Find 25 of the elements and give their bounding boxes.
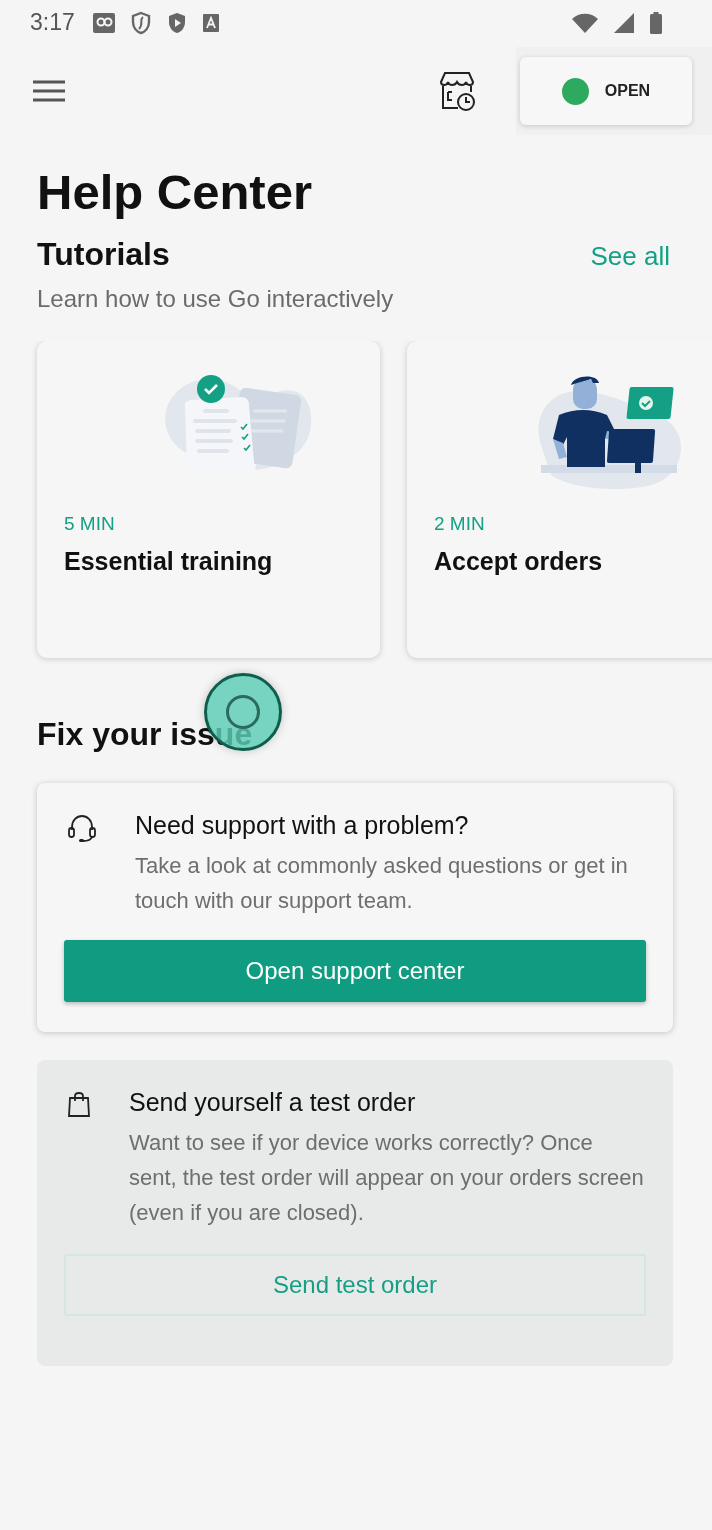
- play-shield-icon: [166, 10, 187, 35]
- card-description: Want to see if yor device works correctly? Once sent, the test order will appear on your orders screen (even if you are closed).: [129, 1128, 645, 1227]
- store-status-button[interactable]: OPEN: [520, 57, 692, 125]
- tutorial-title: Accept orders: [434, 546, 604, 576]
- shopping-bag-icon: [67, 1089, 91, 1118]
- wifi-icon: [572, 12, 598, 33]
- signal-icon: [614, 12, 634, 33]
- page-title: Help Center: [37, 164, 313, 221]
- tutorial-title: Essential training: [64, 546, 274, 576]
- section-subtitle: Learn how to use Go interactively: [37, 284, 395, 313]
- section-heading: Tutorials: [37, 235, 170, 273]
- headset-icon: [67, 812, 97, 843]
- app-notification-icon: [92, 12, 115, 33]
- card-title: Send yourself a test order: [129, 1087, 417, 1117]
- status-time: 3:17: [30, 9, 75, 36]
- duration-label: 2 MIN: [434, 512, 486, 535]
- tutorial-card[interactable]: 5 MIN Essential training: [37, 340, 380, 658]
- card-description: Take a look at commonly asked questions or get in touch with our support team.: [135, 851, 629, 915]
- duration-label: 5 MIN: [64, 512, 116, 535]
- menu-icon[interactable]: [32, 79, 66, 103]
- shield-icon: [130, 10, 151, 35]
- tutorial-card[interactable]: 2 MIN Accept orders: [407, 340, 712, 658]
- battery-icon: [650, 11, 662, 34]
- keyboard-app-icon: [202, 13, 219, 32]
- card-title: Need support with a problem?: [135, 810, 470, 840]
